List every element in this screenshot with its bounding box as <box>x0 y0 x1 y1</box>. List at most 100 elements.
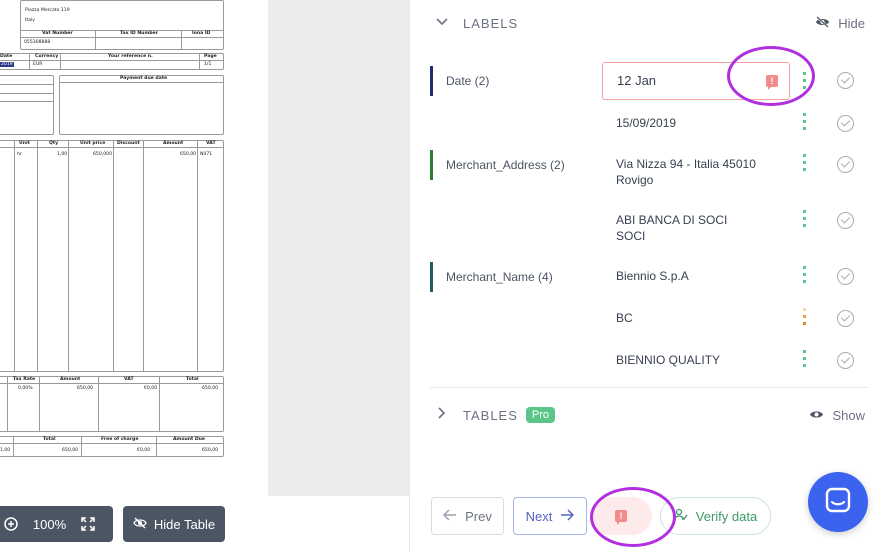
eye-off-icon <box>133 517 147 532</box>
fullscreen-icon[interactable] <box>77 517 99 531</box>
doc-amountdue-header: Amount Due <box>173 437 206 442</box>
chevron-down-icon[interactable] <box>435 14 449 32</box>
verify-data-button[interactable]: Verify data <box>660 497 771 535</box>
pro-badge: Pro <box>525 407 556 423</box>
confirm-check-icon[interactable] <box>837 310 854 327</box>
value-row[interactable]: 15/09/2019 <box>602 113 854 135</box>
hide-table-button[interactable]: Hide Table <box>123 506 225 542</box>
doc-qty-header: Qty <box>49 141 59 146</box>
verify-label: Verify data <box>695 508 758 524</box>
drag-handle[interactable] <box>803 154 807 175</box>
value-row[interactable]: ABI BANCA DI SOCI SOCI <box>602 210 854 244</box>
value-text[interactable]: Biennio S.p.A <box>616 268 756 284</box>
doc-date-header: Date <box>0 54 13 59</box>
value-row[interactable]: Biennio S.p.A <box>602 266 854 288</box>
drag-handle[interactable] <box>803 210 807 231</box>
label-name: Merchant_Address (2) <box>446 158 565 172</box>
report-issue-button[interactable]: ! <box>590 497 652 535</box>
next-label: Next <box>525 508 553 524</box>
user-check-icon <box>674 508 688 525</box>
confirm-check-icon[interactable] <box>837 72 854 89</box>
value-row[interactable]: 12 Jan ! <box>602 62 854 100</box>
doc-totals-free: €0,00 <box>137 448 151 453</box>
value-row[interactable]: BIENNIO QUALITY <box>602 350 854 378</box>
value-row[interactable]: Via Nizza 94 - Italia 45010 Rovigo <box>602 154 854 188</box>
value-row[interactable]: BC <box>602 308 854 330</box>
doc-currency-value: EUR <box>33 62 43 67</box>
doc-totals-qty: 1,00 <box>0 448 11 453</box>
show-tables-toggle[interactable]: Show <box>809 408 865 423</box>
show-tables-label: Show <box>832 407 865 423</box>
eye-icon <box>809 408 824 423</box>
doc-item-amount: 650,00 <box>180 152 197 157</box>
tables-title: TABLES <box>463 407 518 423</box>
doc-tax-rate: 0,00% <box>18 386 33 391</box>
zoom-in-icon[interactable] <box>0 517 22 531</box>
drag-handle[interactable] <box>803 72 807 93</box>
prev-button[interactable]: Prev <box>431 497 504 535</box>
invoice-document: Piazza Mercato 119 Italy Vat Number Tax … <box>0 0 226 470</box>
chevron-right-icon[interactable] <box>435 406 449 425</box>
drag-handle[interactable] <box>803 350 807 371</box>
confirm-check-icon[interactable] <box>837 352 854 369</box>
value-text[interactable]: 12 Jan <box>617 73 757 89</box>
value-text[interactable]: BIENNIO QUALITY <box>616 352 756 378</box>
value-text[interactable]: Via Nizza 94 - Italia 45010 Rovigo <box>616 156 756 188</box>
doc-unitprice-header: Unit price <box>80 141 106 146</box>
label-name: Merchant_Name (4) <box>446 270 553 284</box>
doc-amount-header: Amount <box>163 141 184 146</box>
doc-tax-total: 650,00 <box>202 386 219 391</box>
doc-taxtotal-header: Total <box>186 377 199 382</box>
doc-taxvat-header: VAT <box>124 377 134 382</box>
document-viewer: Piazza Mercato 119 Italy Vat Number Tax … <box>0 0 409 552</box>
doc-discount-header: Discount <box>117 141 140 146</box>
chat-launcher-button[interactable] <box>808 472 868 532</box>
label-color-bar <box>430 66 433 96</box>
hide-table-label: Hide Table <box>153 516 216 532</box>
value-input-flagged[interactable]: 12 Jan ! <box>602 62 790 100</box>
arrow-right-icon <box>560 508 575 524</box>
next-button[interactable]: Next <box>513 497 587 535</box>
doc-taxid-header: Tax ID Number <box>120 31 158 36</box>
value-text[interactable]: BC <box>616 310 756 326</box>
drag-handle[interactable] <box>803 266 807 287</box>
doc-currency-header: Currency <box>35 54 59 59</box>
confirm-check-icon[interactable] <box>837 268 854 285</box>
label-color-bar <box>430 150 433 180</box>
hide-labels-label: Hide <box>838 15 865 31</box>
doc-unit-header: Unit <box>19 141 30 146</box>
doc-payment-due-header: Payment due date <box>120 76 168 81</box>
prev-label: Prev <box>465 508 492 524</box>
hide-labels-toggle[interactable]: Hide <box>815 16 865 31</box>
value-text[interactable]: 15/09/2019 <box>616 115 756 131</box>
value-text[interactable]: ABI BANCA DI SOCI SOCI <box>616 212 756 244</box>
doc-vat-col-header: VAT <box>206 141 216 146</box>
doc-tax-vat: €0,00 <box>144 386 158 391</box>
confirm-check-icon[interactable] <box>837 156 854 173</box>
doc-taxrate-header: Tax Rate <box>13 377 36 382</box>
doc-address: Piazza Mercato 119 <box>25 8 70 13</box>
viewer-background <box>268 0 409 496</box>
doc-item-unitprice: 650,000 <box>93 152 112 157</box>
doc-freecharge-header: Free of charge <box>101 437 139 442</box>
doc-country: Italy <box>25 18 35 23</box>
doc-vat-value: 055308888 <box>24 40 51 45</box>
drag-handle[interactable] <box>803 308 807 329</box>
extraction-panel: LABELS Hide Date (2) Merchant_Address (2… <box>409 0 888 552</box>
alert-icon[interactable]: ! <box>766 75 778 90</box>
tables-section-header[interactable]: TABLES Pro Show <box>435 400 865 430</box>
labels-section-header[interactable]: LABELS Hide <box>435 8 865 38</box>
doc-page-header: Page <box>204 54 217 59</box>
zoom-level: 100% <box>32 516 67 532</box>
doc-totals-due: 650,00 <box>202 448 219 453</box>
doc-page-value: 1/1 <box>204 62 212 67</box>
confirm-check-icon[interactable] <box>837 115 854 132</box>
confirm-check-icon[interactable] <box>837 212 854 229</box>
alert-icon: ! <box>615 510 627 525</box>
drag-handle[interactable] <box>803 113 807 134</box>
section-divider <box>430 387 868 388</box>
doc-tax-amount: 650,00 <box>77 386 94 391</box>
doc-date-value: 2019 <box>0 62 14 67</box>
arrow-left-icon <box>443 508 457 524</box>
zoom-controls: 100% <box>0 506 113 542</box>
